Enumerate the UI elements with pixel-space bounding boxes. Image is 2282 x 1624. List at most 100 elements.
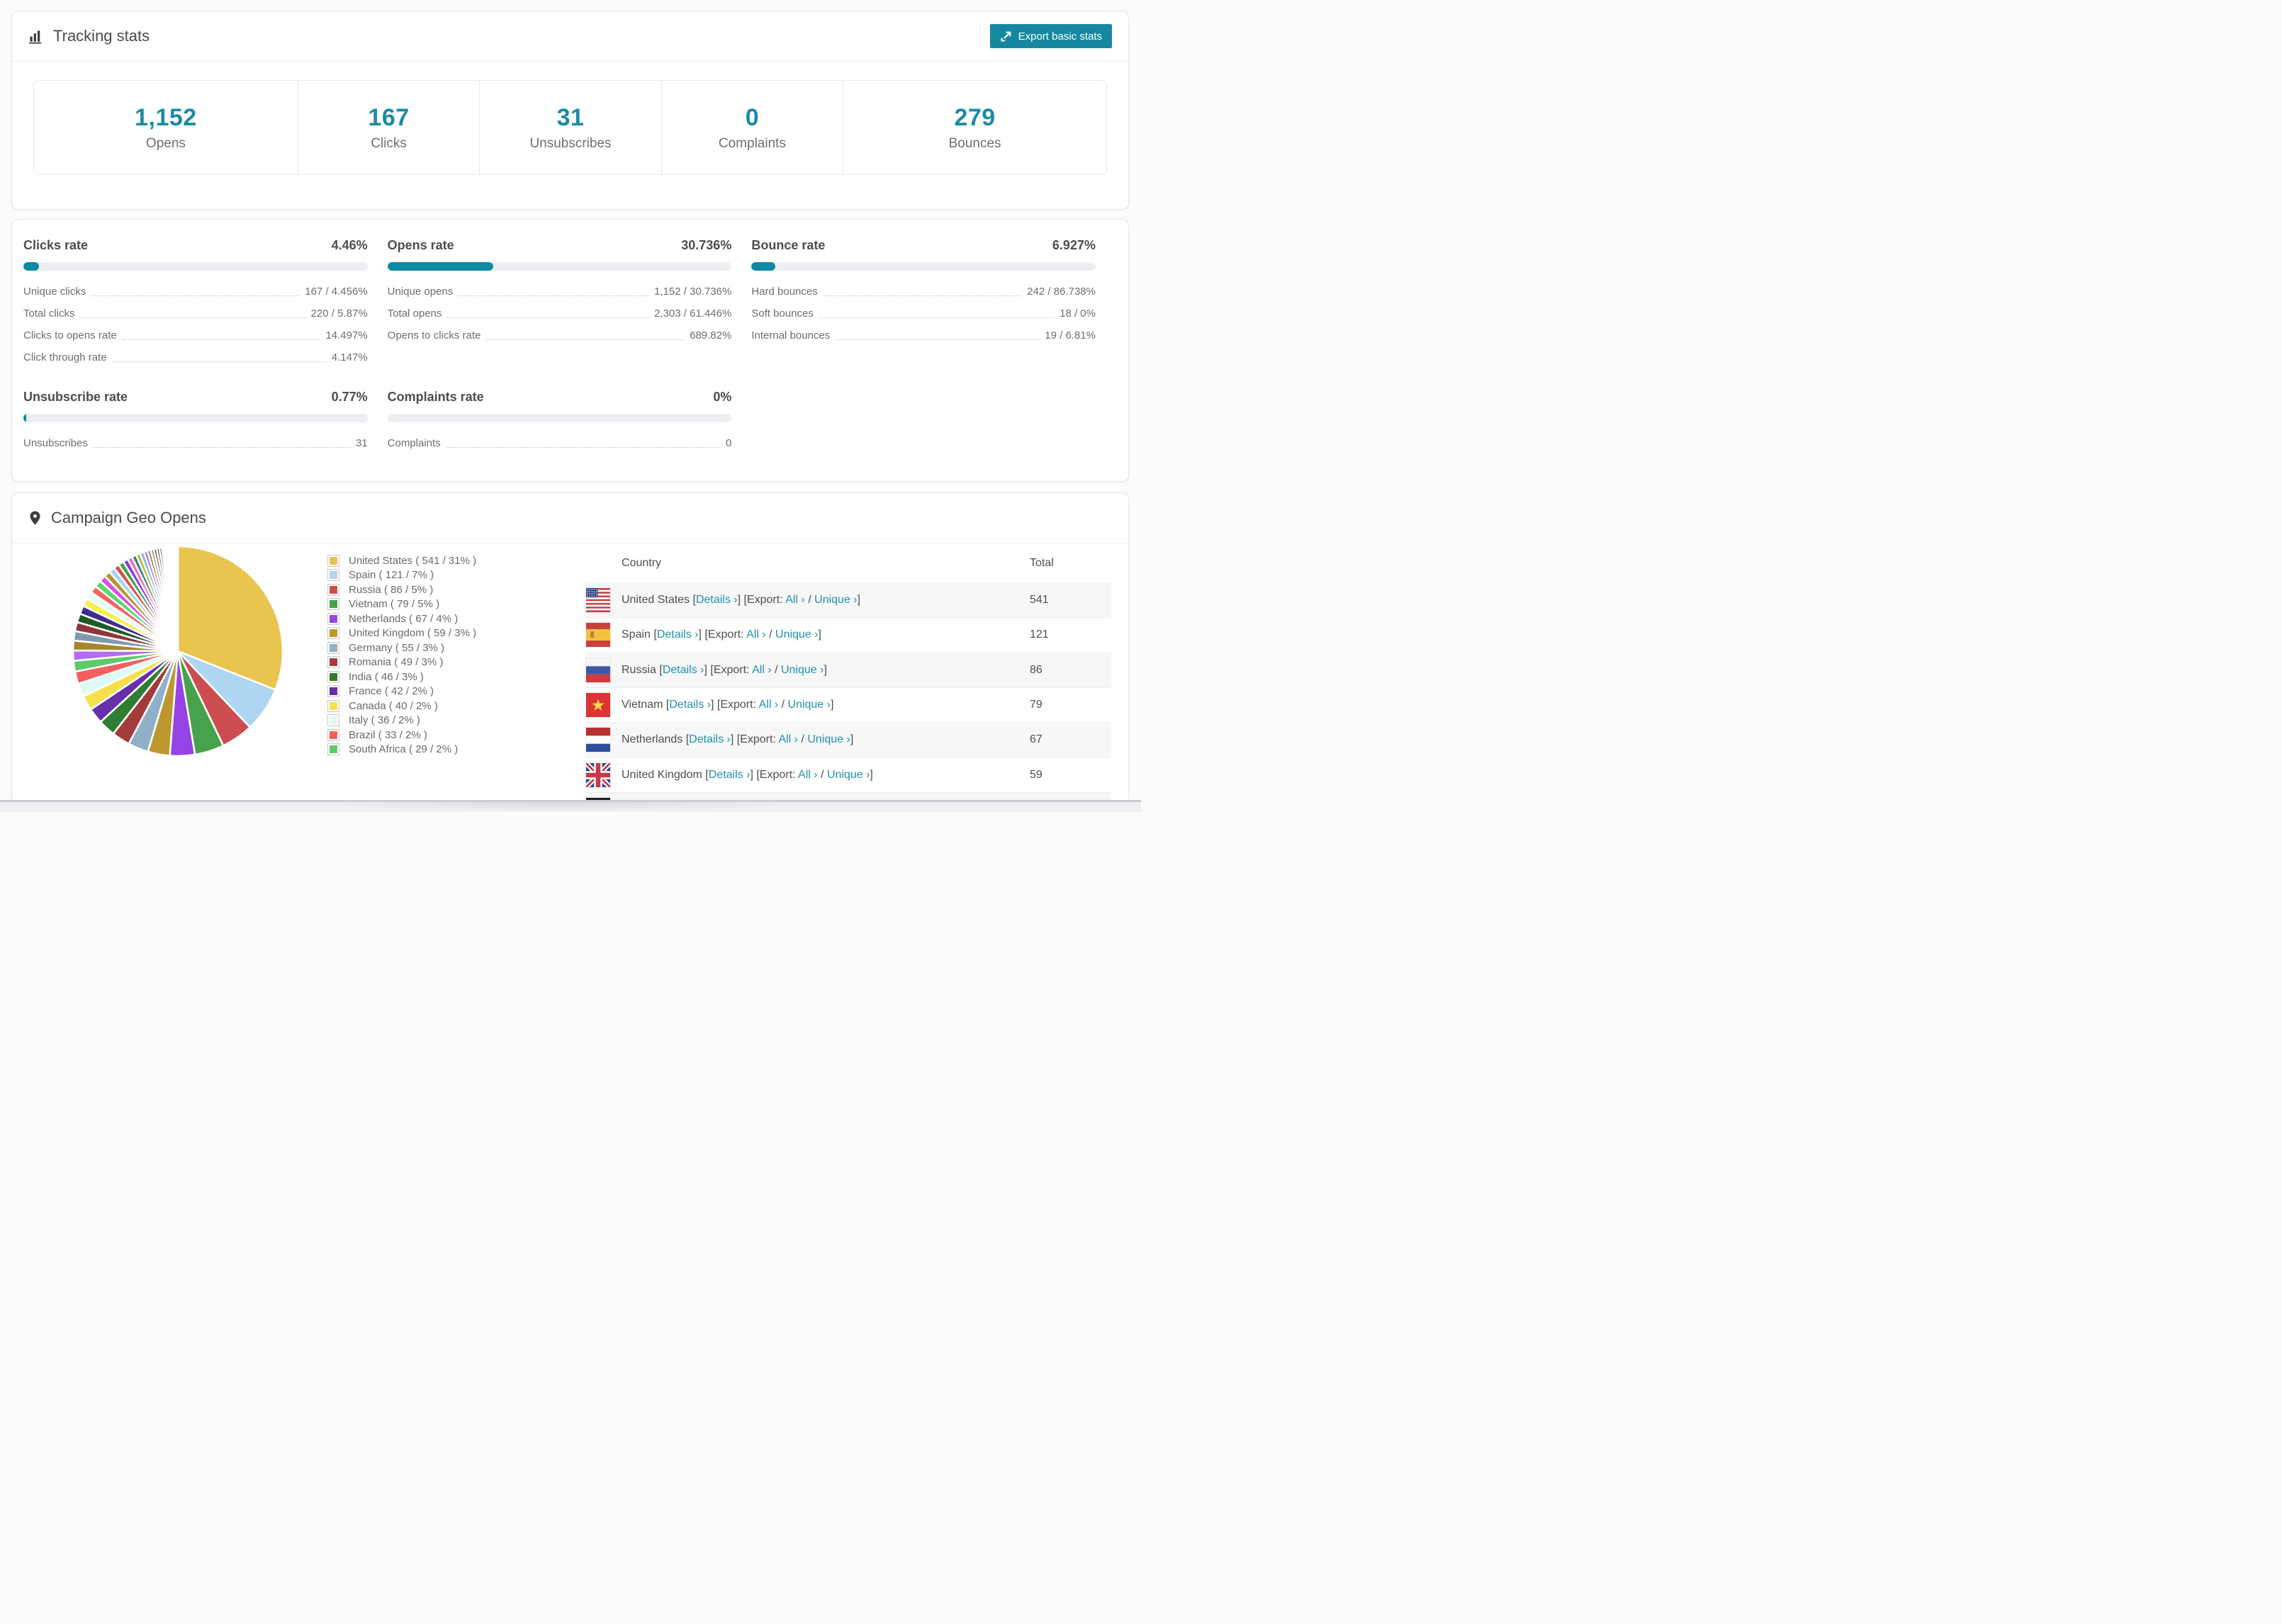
slash: / bbox=[765, 628, 776, 641]
legend-label: South Africa ( 29 / 2% ) bbox=[349, 743, 459, 756]
slash: / bbox=[778, 699, 788, 711]
summary-stat-clicks: 167 Clicks bbox=[297, 81, 479, 174]
dotted-leader bbox=[485, 339, 685, 340]
export-prefix: ] [Export: bbox=[698, 628, 747, 641]
legend-label: Netherlands ( 67 / 4% ) bbox=[349, 612, 459, 625]
legend-swatch bbox=[327, 699, 339, 712]
export-unique-link[interactable]: Unique › bbox=[775, 628, 818, 641]
geo-table-row: Spain [Details ›] [Export: All › / Uniqu… bbox=[585, 617, 1111, 653]
export-prefix: ] [Export: bbox=[730, 733, 779, 746]
dotted-leader bbox=[79, 317, 306, 318]
stat-value: 279 bbox=[954, 103, 996, 131]
country-cell: Netherlands [Details ›] [Export: All › /… bbox=[622, 733, 853, 746]
export-unique-link[interactable]: Unique › bbox=[827, 769, 870, 781]
export-icon bbox=[1001, 31, 1011, 42]
rate-block-head: Clicks rate 4.46% bbox=[23, 238, 368, 253]
rates-row-2: Unsubscribe rate 0.77% Unsubscribes 31 Compl… bbox=[23, 390, 1096, 450]
rate-block-title: Complaints rate bbox=[387, 390, 484, 404]
rate-stat-label: Unsubscribes bbox=[23, 437, 88, 449]
flag-vn-icon bbox=[586, 693, 610, 718]
rate-block-bounce-rate: Bounce rate 6.927% Hard bounces 242 / 86.73… bbox=[751, 238, 1096, 364]
legend-label: Romania ( 49 / 3% ) bbox=[349, 656, 444, 669]
rate-block-title: Clicks rate bbox=[23, 238, 89, 252]
stat-value: 1,152 bbox=[135, 103, 197, 131]
rate-progress-bar bbox=[23, 414, 368, 422]
bar-chart-icon bbox=[29, 30, 42, 44]
export-all-link[interactable]: All › bbox=[785, 594, 805, 606]
export-prefix: ] [Export: bbox=[711, 699, 759, 711]
details-link[interactable]: Details › bbox=[709, 769, 751, 781]
geo-table-row: United Kingdom [Details ›] [Export: All … bbox=[584, 757, 1111, 792]
geo-pie-chart[interactable] bbox=[72, 545, 284, 757]
country-total: 79 bbox=[1030, 699, 1042, 711]
rate-block-value: 0.77% bbox=[331, 390, 368, 404]
details-link[interactable]: Details › bbox=[669, 699, 711, 711]
rate-stat-label: Unique clicks bbox=[23, 286, 86, 298]
rate-stat-row: Unique opens 1,152 / 30.736% bbox=[388, 286, 732, 298]
rate-stat-value: 14.497% bbox=[325, 329, 368, 342]
legend-label: Germany ( 55 / 3% ) bbox=[349, 641, 445, 654]
export-unique-link[interactable]: Unique › bbox=[788, 699, 831, 711]
dotted-leader bbox=[446, 317, 650, 318]
rate-block-title: Unsubscribe rate bbox=[23, 390, 128, 404]
dotted-leader bbox=[458, 295, 650, 296]
rate-stat-row: Unsubscribes 31 bbox=[23, 437, 368, 450]
country-cell: Russia [Details ›] [Export: All › / Uniq… bbox=[622, 664, 827, 677]
export-all-link[interactable]: All › bbox=[759, 699, 779, 711]
bracket: ] bbox=[870, 768, 873, 781]
rate-block-opens-rate: Opens rate 30.736% Unique opens 1,152 / 30.… bbox=[387, 238, 732, 364]
flag-ru-icon bbox=[586, 658, 610, 682]
legend-label: Brazil ( 33 / 2% ) bbox=[349, 728, 427, 741]
rate-block-head: Unsubscribe rate 0.77% bbox=[23, 390, 368, 405]
rate-block-value: 4.46% bbox=[331, 238, 368, 252]
dotted-leader bbox=[121, 339, 321, 340]
rate-stat-value: 4.147% bbox=[331, 351, 368, 363]
rate-block-value: 0% bbox=[713, 390, 732, 404]
export-unique-link[interactable]: Unique › bbox=[814, 594, 857, 606]
legend-item: Germany ( 55 / 3% ) bbox=[327, 641, 476, 655]
stat-label: Unsubscribes bbox=[529, 135, 612, 151]
legend-swatch bbox=[327, 714, 339, 727]
rate-stat-row: Opens to clicks rate 689.82% bbox=[388, 329, 732, 342]
stat-value: 0 bbox=[745, 103, 760, 131]
country-flag bbox=[584, 761, 612, 789]
export-all-link[interactable]: All › bbox=[746, 628, 766, 641]
geo-opens-table: Country Total United States [Details ›] … bbox=[584, 543, 1111, 800]
rate-block-value: 30.736% bbox=[681, 238, 732, 252]
country-name: United States bbox=[622, 594, 693, 607]
flag-es-icon bbox=[586, 623, 610, 648]
legend-label: United States ( 541 / 31% ) bbox=[349, 554, 477, 567]
legend-label: Spain ( 121 / 7% ) bbox=[349, 569, 434, 582]
rates-container: Clicks rate 4.46% Unique clicks 167 / 4.456… bbox=[12, 220, 1128, 450]
legend-label: United Kingdom ( 59 / 3% ) bbox=[349, 627, 477, 640]
slash: / bbox=[798, 733, 808, 746]
export-all-link[interactable]: All › bbox=[798, 769, 818, 781]
rate-progress-bar bbox=[23, 262, 368, 271]
stat-value: 167 bbox=[368, 103, 410, 131]
legend-swatch bbox=[327, 598, 339, 611]
details-link[interactable]: Details › bbox=[663, 664, 704, 676]
rate-stat-label: Click through rate bbox=[23, 351, 107, 363]
details-link[interactable]: Details › bbox=[689, 733, 731, 745]
country-total: 59 bbox=[1030, 768, 1042, 781]
export-basic-stats-button[interactable]: Export basic stats bbox=[989, 24, 1112, 48]
export-unique-link[interactable]: Unique › bbox=[807, 733, 850, 745]
legend-swatch bbox=[327, 569, 339, 582]
export-all-link[interactable]: All › bbox=[778, 733, 798, 745]
rate-block-value: 6.927% bbox=[1052, 238, 1096, 252]
export-prefix: ] [Export: bbox=[737, 594, 786, 607]
legend-swatch bbox=[327, 656, 339, 669]
export-all-link[interactable]: All › bbox=[752, 664, 772, 676]
summary-stat-opens: 1,152 Opens bbox=[34, 81, 298, 174]
details-link[interactable]: Details › bbox=[657, 628, 699, 641]
flag-nl-icon bbox=[586, 728, 610, 752]
rate-stat-value: 31 bbox=[355, 437, 368, 449]
rates-row-1: Clicks rate 4.46% Unique clicks 167 / 4.456… bbox=[23, 238, 1096, 364]
export-unique-link[interactable]: Unique › bbox=[781, 664, 824, 676]
details-link[interactable]: Details › bbox=[696, 594, 738, 606]
legend-item: Vietnam ( 79 / 5% ) bbox=[327, 597, 476, 612]
rate-stat-value: 220 / 5.87% bbox=[310, 308, 368, 320]
legend-item: United Kingdom ( 59 / 3% ) bbox=[327, 626, 476, 641]
export-prefix: ] [Export: bbox=[704, 663, 753, 676]
legend-item: United States ( 541 / 31% ) bbox=[327, 553, 476, 568]
